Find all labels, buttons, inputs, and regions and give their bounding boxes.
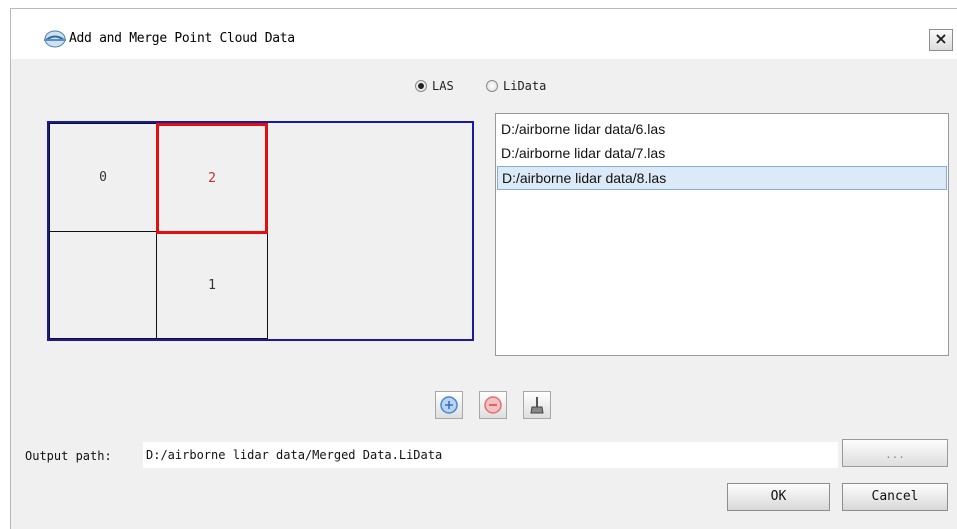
close-button[interactable]: × — [929, 29, 953, 51]
tile-label: 1 — [208, 277, 216, 293]
browse-button[interactable]: ... — [842, 439, 948, 467]
file-list-item[interactable]: D:/airborne lidar data/6.las — [497, 118, 947, 142]
ok-button[interactable]: OK — [727, 483, 830, 511]
close-icon: × — [934, 29, 948, 48]
tile-1[interactable]: 1 — [156, 231, 268, 339]
tile-0[interactable]: 0 — [49, 123, 157, 232]
cancel-button[interactable]: Cancel — [842, 483, 948, 511]
output-path-field[interactable] — [143, 442, 838, 468]
app-logo-icon — [44, 30, 66, 48]
remove-icon — [484, 396, 502, 414]
radio-lidata[interactable] — [486, 80, 498, 92]
file-list-item-selected[interactable]: D:/airborne lidar data/8.las — [497, 166, 947, 190]
title-bar: Add and Merge Point Cloud Data × — [11, 9, 957, 59]
radio-las-label[interactable]: LAS — [432, 79, 454, 93]
remove-button[interactable] — [479, 391, 507, 419]
output-path-label: Output path: — [25, 449, 112, 463]
radio-lidata-label[interactable]: LiData — [503, 79, 546, 93]
dialog-title: Add and Merge Point Cloud Data — [69, 31, 295, 46]
tile-label: 0 — [99, 170, 107, 185]
tile-empty[interactable] — [49, 231, 157, 339]
tile-grid[interactable]: 0 1 2 — [47, 121, 474, 341]
add-icon — [440, 396, 458, 414]
tile-2-selected[interactable]: 2 — [156, 123, 268, 234]
clear-icon — [530, 397, 544, 414]
clear-button[interactable] — [523, 391, 551, 419]
file-list[interactable]: D:/airborne lidar data/6.las D:/airborne… — [495, 113, 949, 356]
radio-las[interactable] — [415, 80, 427, 92]
tile-label: 2 — [208, 171, 216, 186]
file-list-item[interactable]: D:/airborne lidar data/7.las — [497, 142, 947, 166]
add-button[interactable] — [435, 391, 463, 419]
merge-dialog: Add and Merge Point Cloud Data × LAS LiD… — [10, 8, 957, 529]
